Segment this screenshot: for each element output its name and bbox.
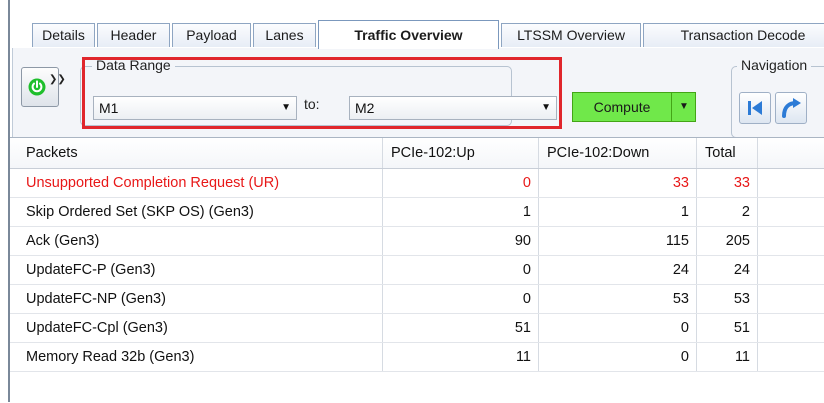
down-count-cell: 53 — [539, 285, 697, 313]
chevron-down-icon[interactable]: ▼ — [673, 93, 695, 121]
column-header-packets[interactable]: Packets — [10, 138, 383, 168]
power-dropdown-button[interactable]: ❯❯ — [21, 67, 66, 107]
up-count-cell: 0 — [383, 169, 539, 197]
table-row[interactable]: UpdateFC-NP (Gen3) 0 53 53 — [10, 285, 824, 314]
split-divider — [671, 93, 672, 121]
packet-name-cell: UpdateFC-Cpl (Gen3) — [10, 314, 383, 342]
down-count-cell: 1 — [539, 198, 697, 226]
packet-name-cell: Unsupported Completion Request (UR) — [10, 169, 383, 197]
chevron-down-icon: ❯❯ — [49, 74, 66, 85]
down-count-cell: 0 — [539, 343, 697, 371]
traffic-overview-table: Packets PCIe-102:Up PCIe-102:Down Total … — [10, 137, 824, 403]
total-count-cell: 33 — [697, 169, 758, 197]
up-count-cell: 90 — [383, 227, 539, 255]
navigation-legend: Navigation — [737, 57, 812, 73]
power-icon — [28, 78, 46, 96]
packet-name-cell: UpdateFC-P (Gen3) — [10, 256, 383, 284]
tab-lanes[interactable]: Lanes — [253, 23, 316, 47]
up-count-cell: 0 — [383, 285, 539, 313]
packet-name-cell: Ack (Gen3) — [10, 227, 383, 255]
nav-first-button[interactable] — [739, 92, 771, 124]
table-row[interactable]: Skip Ordered Set (SKP OS) (Gen3) 1 1 2 — [10, 198, 824, 227]
redo-arrow-icon — [782, 98, 801, 118]
table-row[interactable]: Unsupported Completion Request (UR) 0 33… — [10, 169, 824, 198]
down-count-cell: 33 — [539, 169, 697, 197]
up-count-cell: 51 — [383, 314, 539, 342]
total-count-cell: 24 — [697, 256, 758, 284]
tab-strip: Details Header Payload Lanes Traffic Ove… — [12, 14, 824, 49]
column-header-up[interactable]: PCIe-102:Up — [383, 138, 539, 168]
packet-name-cell: Skip Ordered Set (SKP OS) (Gen3) — [10, 198, 383, 226]
down-count-cell: 24 — [539, 256, 697, 284]
table-row[interactable]: UpdateFC-Cpl (Gen3) 51 0 51 — [10, 314, 824, 343]
up-count-cell: 1 — [383, 198, 539, 226]
down-count-cell: 0 — [539, 314, 697, 342]
up-count-cell: 0 — [383, 256, 539, 284]
tab-payload[interactable]: Payload — [172, 23, 251, 47]
column-header-down[interactable]: PCIe-102:Down — [539, 138, 697, 168]
table-row[interactable]: Memory Read 32b (Gen3) 11 0 11 — [10, 343, 824, 372]
total-count-cell: 53 — [697, 285, 758, 313]
compute-button-label[interactable]: Compute — [573, 93, 671, 121]
total-count-cell: 11 — [697, 343, 758, 371]
nav-redo-button[interactable] — [775, 92, 807, 124]
tab-details[interactable]: Details — [32, 23, 95, 47]
tab-ltssm-overview[interactable]: LTSSM Overview — [501, 23, 641, 47]
column-header-total[interactable]: Total — [697, 138, 758, 168]
total-count-cell: 51 — [697, 314, 758, 342]
total-count-cell: 2 — [697, 198, 758, 226]
table-header-row: Packets PCIe-102:Up PCIe-102:Down Total — [10, 138, 824, 169]
table-row[interactable]: UpdateFC-P (Gen3) 0 24 24 — [10, 256, 824, 285]
up-count-cell: 11 — [383, 343, 539, 371]
table-row[interactable]: Ack (Gen3) 90 115 205 — [10, 227, 824, 256]
compute-split-button[interactable]: Compute ▼ — [572, 92, 696, 122]
highlight-annotation — [82, 57, 562, 129]
skip-to-start-icon — [748, 101, 762, 115]
packet-name-cell: UpdateFC-NP (Gen3) — [10, 285, 383, 313]
down-count-cell: 115 — [539, 227, 697, 255]
tab-transaction-decode[interactable]: Transaction Decode — [643, 23, 824, 47]
tab-header[interactable]: Header — [97, 23, 170, 47]
packet-name-cell: Memory Read 32b (Gen3) — [10, 343, 383, 371]
total-count-cell: 205 — [697, 227, 758, 255]
tab-traffic-overview[interactable]: Traffic Overview — [318, 20, 499, 49]
